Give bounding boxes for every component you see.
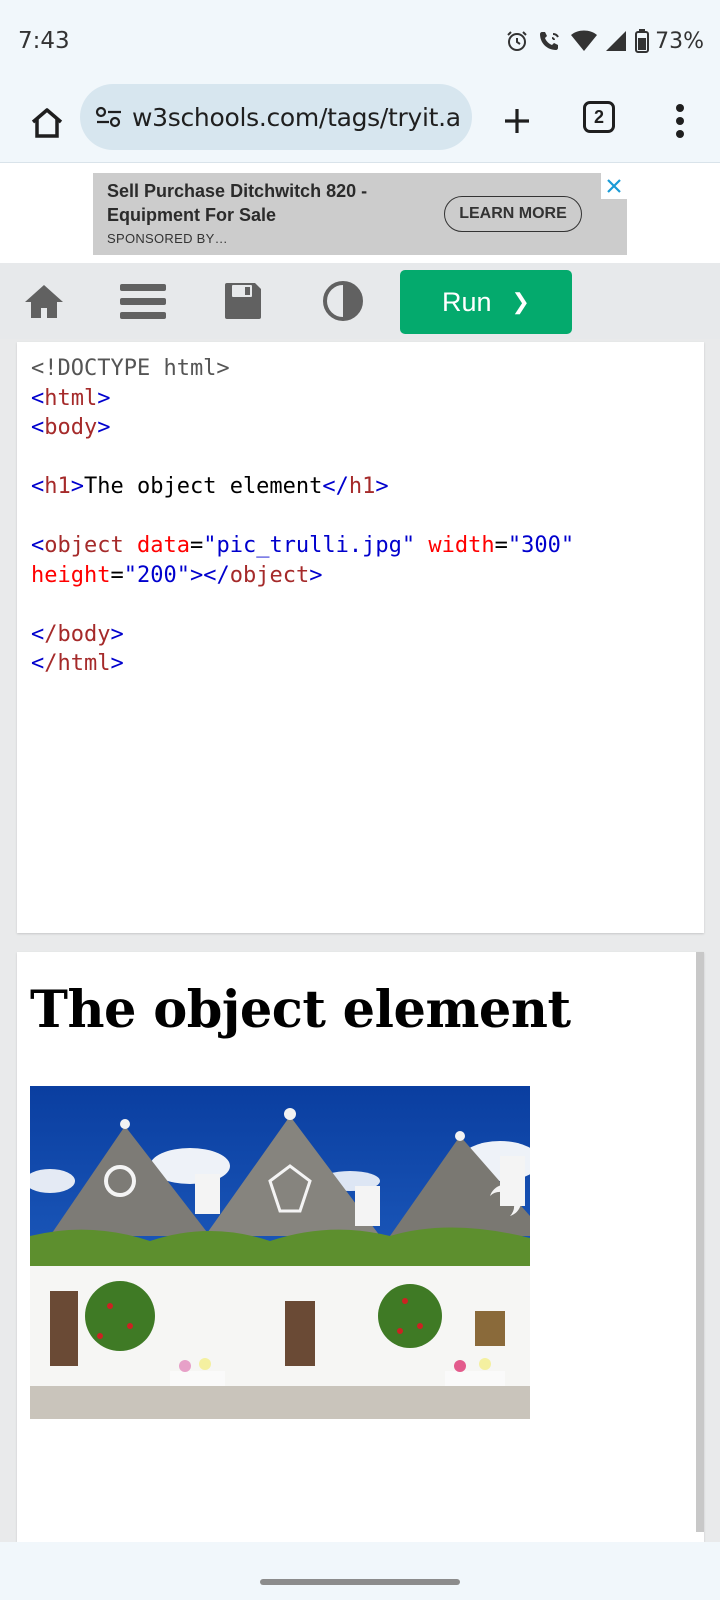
home-icon[interactable] [20, 277, 68, 325]
tryit-toolbar: Run ❯ [0, 263, 720, 339]
code-tag: html [44, 385, 98, 411]
code-h1-text: The object element [84, 474, 323, 499]
code-doctype: <!DOCTYPE html> [31, 356, 230, 381]
address-bar[interactable]: w3schools.com/tags/tryit.a [80, 84, 472, 150]
code-attr: height [31, 562, 111, 588]
run-button[interactable]: Run ❯ [400, 270, 572, 334]
ad-sponsored-label: SPONSORED BY… [107, 231, 228, 246]
code-attr: width [428, 533, 495, 558]
plus-icon [505, 109, 529, 133]
wifi-calling-icon [540, 32, 559, 50]
status-time: 7:43 [18, 28, 70, 54]
url-text: w3schools.com/tags/tryit.a [132, 102, 461, 132]
more-vert-icon [676, 104, 684, 138]
result-heading: The object element [30, 980, 571, 1040]
code-value: "pic_trulli.jpg" [203, 533, 416, 558]
ad-banner: Sell Purchase Ditchwitch 820 - Equipment… [0, 163, 720, 263]
cell-signal-icon [606, 31, 627, 51]
chevron-right-icon: ❯ [511, 289, 530, 314]
theme-toggle-icon[interactable] [319, 277, 367, 325]
code-tag: h1 [348, 474, 376, 499]
result-panel: The object element [17, 952, 704, 1542]
alarm-icon [507, 31, 527, 51]
home-gesture-handle[interactable] [260, 1579, 460, 1585]
wifi-icon [571, 30, 598, 51]
ad-learn-more-button[interactable]: LEARN MORE [444, 196, 582, 232]
overflow-menu-button[interactable] [662, 96, 698, 146]
code-editor[interactable]: <!DOCTYPE html> <html> <body> <h1>The ob… [17, 342, 704, 933]
battery-percent: 73% [655, 28, 704, 54]
code-tag: object [229, 562, 310, 588]
status-bar: 7:43 73% [0, 0, 720, 84]
code-tag: /body [44, 621, 111, 647]
code-value: "200" [123, 562, 190, 588]
home-icon [31, 108, 63, 138]
code-tag: body [44, 415, 98, 440]
run-label: Run [442, 286, 492, 317]
gesture-nav-bar [0, 1542, 720, 1600]
status-icons: 73% [505, 26, 704, 56]
code-tag: /html [44, 651, 111, 676]
ad-title[interactable]: Sell Purchase Ditchwitch 820 - Equipment… [107, 179, 407, 227]
close-icon [607, 179, 621, 193]
tab-switcher-button[interactable]: 2 [583, 101, 615, 133]
ad-close-button[interactable] [601, 173, 627, 199]
code-attr: data [136, 533, 190, 558]
code-content[interactable]: <!DOCTYPE html> <html> <body> <h1>The ob… [31, 354, 574, 679]
browser-toolbar: w3schools.com/tags/tryit.a 2 [0, 84, 720, 163]
code-tag: h1 [44, 474, 71, 499]
code-tag: object [44, 533, 124, 558]
trulli-image [30, 1086, 530, 1419]
save-icon[interactable] [219, 277, 267, 325]
home-button[interactable] [22, 98, 72, 148]
code-value: "300" [507, 533, 575, 558]
result-scrollbar[interactable] [696, 952, 704, 1532]
site-settings-icon[interactable] [94, 102, 124, 132]
menu-icon[interactable] [119, 277, 167, 325]
ad-box[interactable]: Sell Purchase Ditchwitch 820 - Equipment… [93, 173, 627, 255]
battery-icon [635, 29, 650, 53]
new-tab-button[interactable] [492, 96, 542, 146]
